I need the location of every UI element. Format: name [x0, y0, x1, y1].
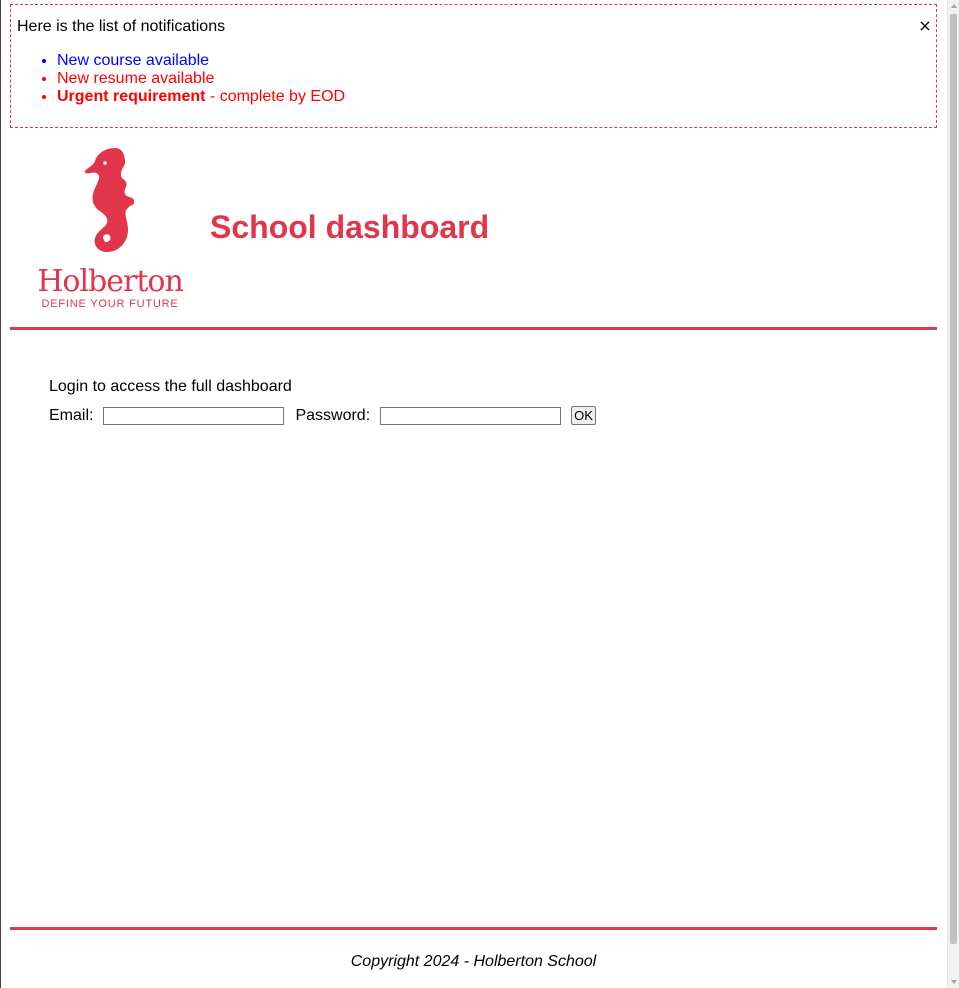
- footer-copyright: Copyright 2024 - Holberton School: [350, 953, 597, 970]
- app-header: Holberton DEFINE YOUR FUTURE School dash…: [10, 128, 937, 328]
- notification-item: Urgent requirement - complete by EOD: [57, 88, 345, 106]
- logo-tagline: DEFINE YOUR FUTURE: [41, 298, 179, 310]
- logo-wordmark: Holberton: [37, 264, 184, 299]
- email-field[interactable]: [103, 406, 285, 425]
- notification-item: New resume available: [57, 70, 345, 88]
- header-divider: [10, 327, 937, 330]
- notification-urgent-label: Urgent requirement: [57, 88, 206, 105]
- notifications-list: New course available New resume availabl…: [17, 52, 345, 106]
- ok-button[interactable]: OK: [571, 406, 596, 425]
- window-left-edge: [0, 0, 1, 988]
- login-form: Email: Password: OK: [49, 406, 596, 425]
- vertical-scrollbar[interactable]: [947, 0, 959, 988]
- email-label: Email:: [49, 406, 94, 424]
- notifications-title: Here is the list of notifications: [17, 18, 226, 35]
- login-intro-text: Login to access the full dashboard: [49, 378, 292, 395]
- footer-divider: [10, 927, 937, 930]
- scroll-down-arrow-icon[interactable]: [951, 980, 957, 984]
- page-title: School dashboard: [210, 209, 490, 245]
- seahorse-logo-icon: [84, 148, 135, 252]
- notification-item: New course available: [57, 52, 345, 70]
- close-notifications-button[interactable]: ×: [918, 18, 932, 34]
- notifications-panel: Here is the list of notifications × New …: [10, 4, 937, 128]
- close-icon: ×: [918, 16, 932, 35]
- holberton-logo: Holberton DEFINE YOUR FUTURE: [35, 146, 185, 310]
- scrollbar-thumb[interactable]: [950, 14, 957, 944]
- notification-text: - complete by EOD: [205, 88, 346, 105]
- password-field[interactable]: [380, 406, 562, 425]
- notification-text: New course available: [57, 52, 210, 69]
- scroll-up-arrow-icon[interactable]: [951, 4, 957, 8]
- notification-text: New resume available: [57, 70, 215, 87]
- password-label: Password:: [295, 406, 371, 424]
